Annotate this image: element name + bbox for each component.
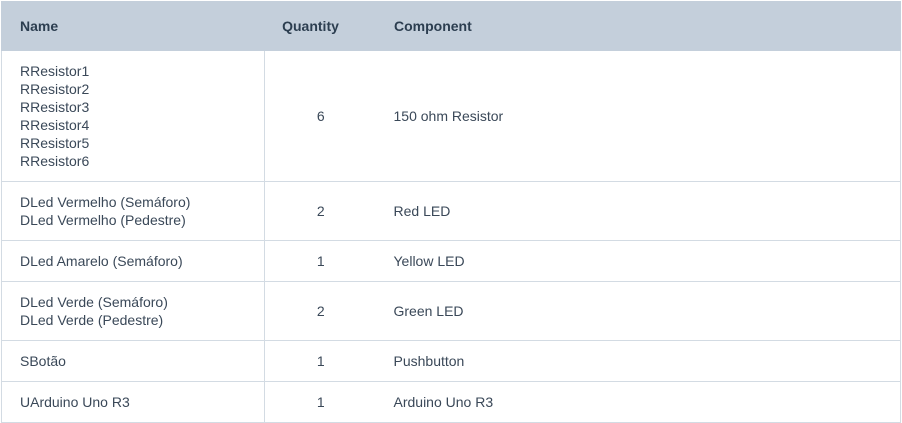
component-cell: 150 ohm Resistor bbox=[376, 50, 901, 182]
name-cell: DLed Vermelho (Semáforo) DLed Vermelho (… bbox=[1, 181, 265, 241]
table-row: DLed Verde (Semáforo) DLed Verde (Pedest… bbox=[1, 281, 901, 341]
table-row: SBotão 1 Pushbutton bbox=[1, 340, 901, 382]
designator: RResistor5 bbox=[20, 135, 90, 151]
designator: DLed Amarelo (Semáforo) bbox=[20, 253, 183, 269]
designator: RResistor6 bbox=[20, 153, 90, 169]
name-cell: DLed Verde (Semáforo) DLed Verde (Pedest… bbox=[1, 281, 265, 341]
designator: RResistor2 bbox=[20, 81, 90, 97]
table-row: RResistor1 RResistor2 RResistor3 RResist… bbox=[1, 50, 901, 182]
designator: DLed Vermelho (Semáforo) bbox=[20, 194, 191, 210]
component-cell: Pushbutton bbox=[376, 340, 901, 382]
designator: RResistor3 bbox=[20, 99, 90, 115]
table-header: Name Quantity Component bbox=[1, 1, 901, 51]
table-row: UArduino Uno R3 1 Arduino Uno R3 bbox=[1, 381, 901, 423]
bill-of-materials-table: Name Quantity Component RResistor1 RResi… bbox=[1, 1, 901, 423]
designator: DLed Verde (Pedestre) bbox=[20, 312, 164, 328]
designator: RResistor1 bbox=[20, 63, 90, 79]
name-cell: SBotão bbox=[1, 340, 265, 382]
quantity-cell: 2 bbox=[264, 281, 377, 341]
column-header-quantity: Quantity bbox=[264, 1, 377, 51]
designator: UArduino Uno R3 bbox=[20, 394, 130, 410]
name-cell: DLed Amarelo (Semáforo) bbox=[1, 240, 265, 282]
column-header-component: Component bbox=[376, 1, 901, 51]
name-cell: UArduino Uno R3 bbox=[1, 381, 265, 423]
column-header-name: Name bbox=[1, 1, 265, 51]
quantity-cell: 1 bbox=[264, 240, 377, 282]
quantity-cell: 6 bbox=[264, 50, 377, 182]
component-cell: Green LED bbox=[376, 281, 901, 341]
designator: DLed Vermelho (Pedestre) bbox=[20, 212, 186, 228]
designator: DLed Verde (Semáforo) bbox=[20, 294, 168, 310]
name-cell: RResistor1 RResistor2 RResistor3 RResist… bbox=[1, 50, 265, 182]
table-row: DLed Vermelho (Semáforo) DLed Vermelho (… bbox=[1, 181, 901, 241]
quantity-cell: 1 bbox=[264, 381, 377, 423]
table-row: DLed Amarelo (Semáforo) 1 Yellow LED bbox=[1, 240, 901, 282]
header-row: Name Quantity Component bbox=[1, 1, 901, 51]
quantity-cell: 2 bbox=[264, 181, 377, 241]
component-cell: Red LED bbox=[376, 181, 901, 241]
designator: RResistor4 bbox=[20, 117, 90, 133]
designator: SBotão bbox=[20, 353, 66, 369]
component-cell: Arduino Uno R3 bbox=[376, 381, 901, 423]
component-cell: Yellow LED bbox=[376, 240, 901, 282]
table-body: RResistor1 RResistor2 RResistor3 RResist… bbox=[1, 50, 901, 423]
quantity-cell: 1 bbox=[264, 340, 377, 382]
